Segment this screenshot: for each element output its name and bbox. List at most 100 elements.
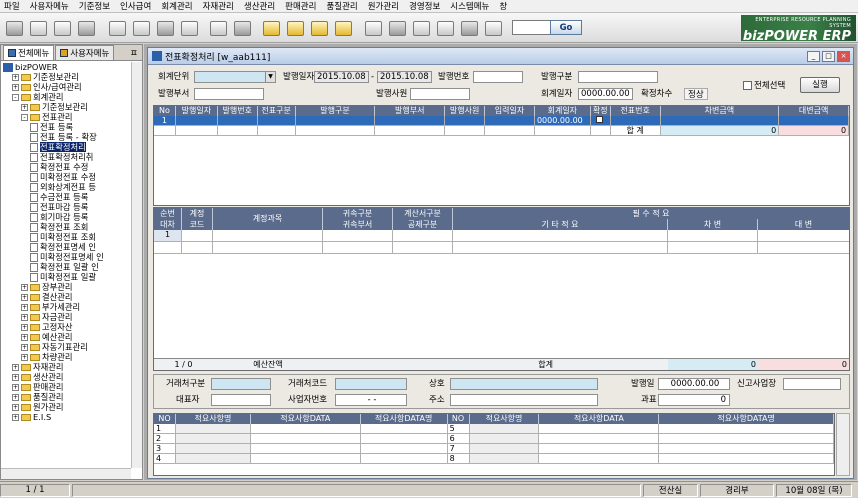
select-all-checkbox[interactable] [743,81,752,90]
menu-item[interactable]: 원가관리 [368,0,399,12]
expand-icon[interactable]: + [21,343,28,351]
menu-item[interactable]: 창 [499,0,507,12]
expand-icon[interactable]: + [21,353,28,361]
date-from-field[interactable]: 2015.10.08 [314,71,369,83]
menu-item[interactable]: 자재관리 [203,0,234,12]
delete-icon[interactable] [130,17,152,39]
tree-item[interactable]: + 기준정보관리 [1,102,131,112]
mail-icon[interactable] [458,17,480,39]
expand-icon[interactable]: + [12,413,19,421]
run-button[interactable]: 실행 [800,77,840,93]
column-header[interactable]: 회계일자 [535,106,591,116]
excel-icon[interactable] [362,17,384,39]
company-field[interactable] [450,378,598,390]
table-row[interactable] [154,242,849,254]
table-row[interactable]: 48 [154,454,834,464]
print-icon[interactable] [154,17,176,39]
tree-item[interactable]: 수금전표 등록 [1,192,131,202]
column-header[interactable]: 발행사원 [445,106,486,116]
tree-item[interactable]: + 원가관리 [1,402,131,412]
tree-item[interactable]: bizPOWER [1,62,131,72]
column-header[interactable]: 확정 [591,106,611,116]
table-row[interactable]: 15 [154,424,834,434]
menu-item[interactable]: 파일 [4,0,20,12]
table-row[interactable]: 1 [154,230,849,242]
maximize-button[interactable]: □ [822,50,835,62]
column-header[interactable]: 발행부서 [375,106,446,116]
tree-item[interactable]: + 고정자산 [1,322,131,332]
exit-icon[interactable] [482,17,504,39]
tree-item[interactable]: 확정전표명세 인 [1,242,131,252]
horizontal-scrollbar[interactable] [1,468,131,479]
menu-item[interactable]: 인사급여 [120,0,151,12]
new-icon[interactable] [27,17,49,39]
tree-item[interactable]: 미확정전표명세 인 [1,252,131,262]
tree-item[interactable]: 외화상계전표 등 [1,182,131,192]
close-button[interactable]: × [837,50,850,62]
menu-item[interactable]: 생산관리 [244,0,275,12]
copy-icon[interactable] [207,17,229,39]
settings-icon[interactable] [410,17,432,39]
acct-date-field[interactable]: 0000.00.00 [578,88,633,100]
summary-scrollbar[interactable] [836,413,850,476]
pin-icon[interactable]: ㅍ [130,46,138,59]
biz-no-field[interactable]: - - [335,394,407,406]
tree-item[interactable]: 전표확정처리취 [1,152,131,162]
column-header[interactable]: 입력일자 [485,106,535,116]
menu-item[interactable]: 기준정보 [79,0,110,12]
expand-icon[interactable]: + [21,333,28,341]
table-row[interactable]: 26 [154,434,834,444]
cust-code-field[interactable] [335,378,407,390]
tree-item[interactable]: 전표 등록 [1,122,131,132]
tree-item[interactable]: 미확정전표 수정 [1,172,131,182]
expand-icon[interactable]: + [12,373,19,381]
tree-item[interactable]: 전표 등록 - 확장 [1,132,131,142]
tab-all-menu[interactable]: 전체메뉴 [3,45,55,60]
confirm-checkbox[interactable] [595,116,603,123]
column-header[interactable]: 대변금액 [779,106,849,116]
expand-icon[interactable]: + [12,73,19,81]
tab-user-menu[interactable]: 사용자메뉴 [55,45,115,60]
column-header[interactable]: 차변금액 [661,106,780,116]
issue-type-field[interactable] [578,71,658,83]
go-button[interactable]: Go [550,20,582,35]
expand-icon[interactable]: + [12,363,19,371]
cust-type-field[interactable] [211,378,271,390]
collapse-icon[interactable]: - [12,93,19,101]
tree-item[interactable]: - 전표관리 [1,112,131,122]
tree-item[interactable]: + 인사/급여관리 [1,82,131,92]
tree-item[interactable]: + 기준정보관리 [1,72,131,82]
tree-item[interactable]: 확정전표 일괄 인 [1,262,131,272]
tools-icon[interactable] [386,17,408,39]
tree-item[interactable]: + 차량관리 [1,352,131,362]
expand-icon[interactable]: + [12,403,19,411]
tree-item[interactable]: + 장부관리 [1,282,131,292]
print-preview-icon[interactable] [75,17,97,39]
column-header[interactable]: 발행번호 [218,106,258,116]
site-field[interactable] [783,378,841,390]
tree-item[interactable]: - 회계관리 [1,92,131,102]
expand-icon[interactable]: + [12,83,19,91]
tree-item[interactable]: 전표마감 등록 [1,202,131,212]
column-header[interactable]: 전표번호 [611,106,661,116]
expand-icon[interactable]: + [21,293,28,301]
tree-item[interactable]: + 판매관리 [1,382,131,392]
menu-item[interactable]: 회계관리 [161,0,192,12]
tree-item[interactable]: 확정전표 수정 [1,162,131,172]
tree-item[interactable]: + 품질관리 [1,392,131,402]
table-row[interactable]: 37 [154,444,834,454]
menu-item[interactable]: 품질관리 [326,0,357,12]
expand-icon[interactable]: + [21,103,28,111]
address-field[interactable] [450,394,598,406]
expand-icon[interactable]: + [12,393,19,401]
vertical-scrollbar[interactable] [131,62,142,468]
tree-item[interactable]: + 자금관리 [1,312,131,322]
menu-item[interactable]: 판매관리 [285,0,316,12]
expand-icon[interactable]: + [21,313,28,321]
view-icon[interactable] [51,17,73,39]
issue-day-field[interactable]: 0000.00.00 [658,378,730,390]
issuer-field[interactable] [410,88,470,100]
new-doc-icon[interactable] [3,17,25,39]
tree-item[interactable]: 미확정전표 일괄 [1,272,131,282]
last-icon[interactable] [332,17,354,39]
